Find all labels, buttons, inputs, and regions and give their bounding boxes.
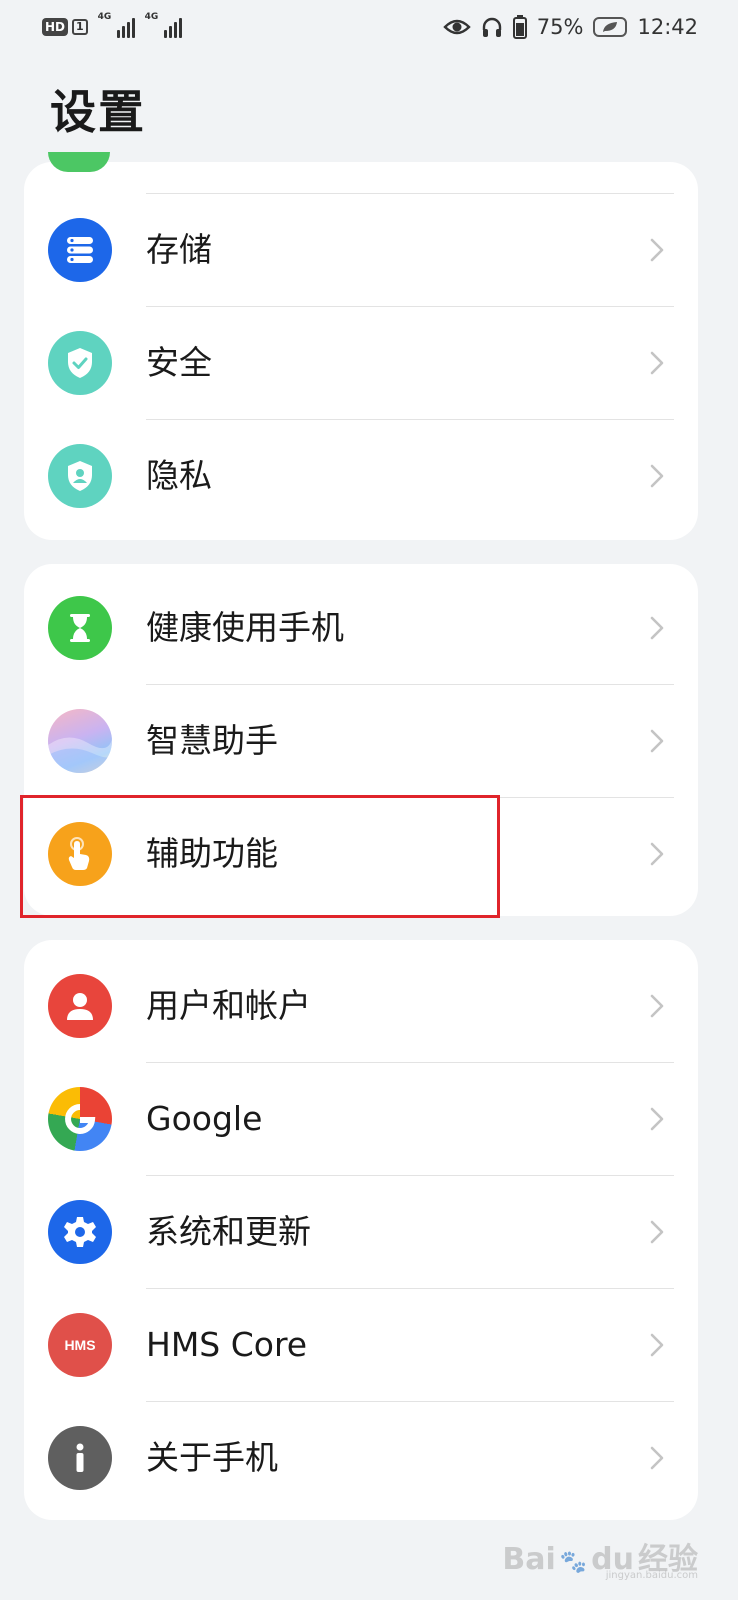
settings-group-accounts-system: 用户和帐户 Google 系统和更新 HMS HMS Core 关于手机 — [24, 940, 698, 1520]
chevron-right-icon — [650, 994, 664, 1018]
settings-item-label: 智慧助手 — [146, 721, 278, 760]
chevron-right-icon — [650, 1107, 664, 1131]
headphones-icon — [482, 17, 501, 37]
signal-strength-icon: 4G — [145, 12, 182, 38]
settings-item-label: 健康使用手机 — [146, 608, 344, 647]
gear-icon — [48, 1200, 112, 1264]
settings-item-label: 存储 — [146, 230, 212, 269]
settings-item-label: 用户和帐户 — [146, 986, 311, 1025]
settings-item-label: 安全 — [146, 343, 212, 382]
clock: 12:42 — [637, 15, 698, 39]
chevron-right-icon — [650, 1446, 664, 1470]
chevron-right-icon — [650, 842, 664, 866]
hourglass-icon — [48, 596, 112, 660]
sim-badge: 1 — [72, 19, 88, 35]
paw-icon: 🐾 — [559, 1550, 588, 1575]
chevron-right-icon — [650, 616, 664, 640]
settings-item-label: Google — [146, 1099, 263, 1138]
power-saving-leaf-icon — [593, 17, 628, 37]
chevron-right-icon — [650, 1333, 664, 1357]
settings-item-hms-core[interactable]: HMS HMS Core — [24, 1289, 698, 1401]
highlight-annotation-box — [20, 795, 500, 918]
settings-item-users-accounts[interactable]: 用户和帐户 — [24, 950, 698, 1062]
signal-strength-icon: 4G — [98, 12, 135, 38]
hms-icon: HMS — [48, 1313, 112, 1377]
settings-item-privacy[interactable]: 隐私 — [24, 420, 698, 532]
settings-item-digital-balance[interactable]: 健康使用手机 — [24, 572, 698, 684]
battery-icon — [512, 15, 527, 39]
settings-item-label: HMS Core — [146, 1325, 308, 1364]
info-icon — [48, 1426, 112, 1490]
assistant-orb-icon — [48, 709, 112, 773]
chevron-right-icon — [650, 729, 664, 753]
page-title: 设置 — [50, 85, 146, 139]
eye-icon — [443, 19, 471, 35]
chevron-right-icon — [650, 1220, 664, 1244]
settings-item-security[interactable]: 安全 — [24, 307, 698, 419]
settings-item-about-phone[interactable]: 关于手机 — [24, 1402, 698, 1514]
settings-item-label: 系统和更新 — [146, 1212, 311, 1251]
hd-voice-badge: HD — [42, 18, 69, 36]
settings-item-label: 关于手机 — [146, 1438, 278, 1477]
user-icon — [48, 974, 112, 1038]
storage-icon — [48, 218, 112, 282]
baidu-watermark: Bai 🐾 du 经验 jingyan.baidu.com — [502, 1542, 698, 1581]
svg-text:HMS: HMS — [64, 1337, 95, 1353]
settings-item-storage[interactable]: 存储 — [24, 194, 698, 306]
settings-item-system-updates[interactable]: 系统和更新 — [24, 1176, 698, 1288]
privacy-shield-icon — [48, 444, 112, 508]
google-icon — [48, 1087, 112, 1151]
status-bar: HD 1 4G 4G 75% 12:42 — [0, 0, 738, 54]
settings-item-label: 隐私 — [146, 456, 212, 495]
settings-item-google[interactable]: Google — [24, 1063, 698, 1175]
chevron-right-icon — [650, 238, 664, 262]
settings-item-smart-assistant[interactable]: 智慧助手 — [24, 685, 698, 797]
shield-check-icon — [48, 331, 112, 395]
settings-group-storage-security: 存储 安全 隐私 — [24, 162, 698, 540]
chevron-right-icon — [650, 351, 664, 375]
chevron-right-icon — [650, 464, 664, 488]
battery-percentage: 75% — [536, 15, 584, 39]
